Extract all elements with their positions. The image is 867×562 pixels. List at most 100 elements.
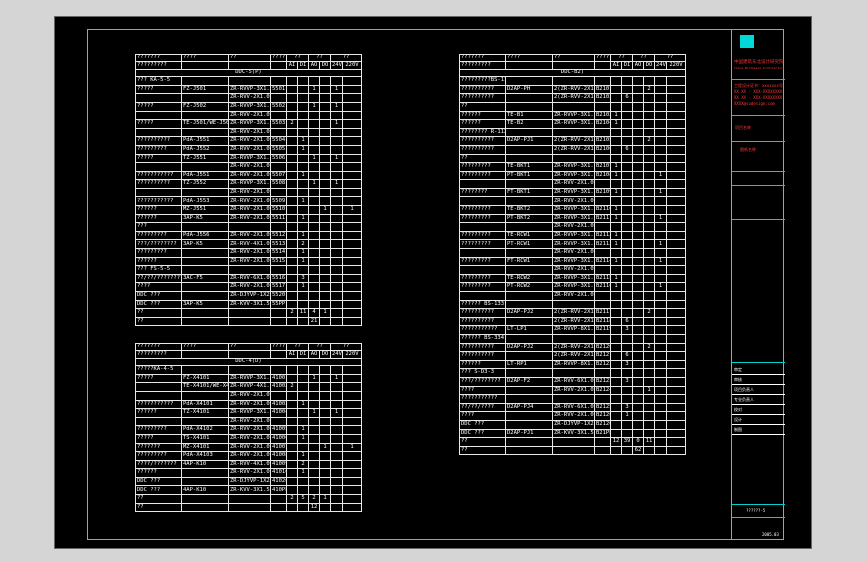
table-cell	[594, 76, 611, 86]
table-cell	[330, 425, 343, 435]
table-cell	[666, 93, 686, 103]
table-cell	[297, 408, 309, 418]
table-cell	[342, 308, 362, 318]
table-cell: ?????????	[135, 230, 182, 241]
table-cell: 1	[319, 494, 331, 504]
table-cell	[610, 84, 622, 95]
table-cell: PdA-J551	[181, 136, 229, 146]
table-row: ???/????????D2AP-F2ZR-RVV-6X1.0B2123 3	[459, 376, 686, 387]
table-cell	[342, 299, 362, 310]
table-cell: ZR-RVV-2X1.0	[552, 291, 595, 301]
table-cell: 1	[654, 187, 667, 198]
table-row: ?????? 3AP-K5 ZR-RVV-2X1.0 5511 1	[135, 213, 362, 224]
table-cell	[505, 411, 553, 421]
table-cell	[308, 459, 320, 470]
table-cell	[610, 445, 622, 456]
table-cell	[330, 230, 343, 241]
table-cell	[308, 230, 320, 241]
table-row: ?????? BS-133	[459, 299, 686, 310]
table-cell	[342, 425, 362, 435]
table-cell	[319, 170, 331, 181]
table-cell	[643, 402, 655, 413]
table-cell: 4AP-K10	[181, 459, 229, 470]
subheader-code: ?????????	[135, 350, 182, 359]
table-cell	[666, 127, 686, 138]
table-cell	[643, 144, 655, 155]
table-cell	[610, 334, 622, 344]
table-row: ??????TE-B2ZR-RVVP-3X1.0B21041	[459, 119, 686, 129]
table-row: ????????? PdA-J556 ZR-RVV-2X1.0 5512 1	[135, 230, 362, 241]
table-cell: ???/????????	[459, 376, 506, 387]
table-cell	[594, 437, 611, 447]
table-cell: 1	[308, 408, 320, 418]
table-cell: FZ-J502	[181, 101, 229, 112]
table-cell	[654, 265, 667, 275]
table-cell: 5514	[270, 248, 287, 258]
table-cell	[181, 365, 229, 375]
table-cell	[308, 399, 320, 410]
table-cell	[342, 282, 362, 292]
table-cell	[342, 162, 362, 172]
table-cell: ZR-RVVP-3X1.0	[552, 187, 595, 198]
table-cell	[666, 445, 686, 456]
table-cell	[621, 136, 633, 146]
table-cell: 1	[297, 213, 309, 224]
table-cell	[181, 187, 229, 198]
table-cell	[621, 308, 633, 318]
table-cell: 1	[654, 213, 667, 224]
table-cell	[666, 239, 686, 250]
table-row: ???????????PdA-X4101ZR-RVV-2X1.041003 1	[135, 399, 362, 410]
schedule-table-ddc4: ??????? ???? ?? ???? ?? ?? ?? ????????? …	[135, 342, 362, 513]
table-cell	[319, 127, 331, 138]
table-cell: ZR-RVVP-3X1.0	[552, 162, 595, 172]
table-cell	[632, 359, 644, 370]
header-name: ????	[181, 342, 229, 352]
table-cell	[621, 428, 633, 439]
table-cell	[643, 110, 655, 121]
table-cell: ZR-RVVP-3X1.0	[228, 408, 271, 418]
table-cell	[330, 433, 343, 444]
sig-row-label: 专业负责人	[734, 397, 754, 402]
table-cell	[643, 394, 655, 404]
table-cell	[342, 153, 362, 164]
table-row: ZR-RVV-2X1.0	[135, 127, 362, 138]
table-cell	[308, 170, 320, 181]
company-name-en: China Northeast Architectural Design & R…	[734, 66, 784, 70]
header-no: ????	[270, 53, 287, 63]
table-cell: B2102	[594, 93, 611, 103]
table-cell: ??? S-D3-3	[459, 368, 506, 378]
table-cell	[297, 101, 309, 112]
table-row: ?????????PT-BKT1ZR-RVVP-3X1.0B210811	[459, 170, 686, 181]
table-cell	[594, 179, 611, 189]
table-cell	[594, 222, 611, 232]
table-cell	[330, 494, 343, 504]
table-cell: ??????	[135, 205, 182, 215]
table-cell	[654, 84, 667, 95]
table-cell	[297, 110, 309, 121]
table-cell	[286, 179, 298, 189]
table-cell: ZR-RVVP-8X1.0	[552, 325, 595, 335]
table-cell	[610, 376, 622, 387]
table-cell	[643, 291, 655, 301]
table-cell	[643, 273, 655, 284]
table-cell	[297, 390, 309, 401]
table-cell: ???????????	[135, 196, 182, 207]
table-cell: 410PP	[270, 485, 287, 496]
table-cell	[643, 316, 655, 327]
table-cell: 1	[297, 256, 309, 267]
table-cell	[632, 93, 644, 103]
table-cell	[330, 136, 343, 146]
table-cell	[610, 222, 622, 232]
table-row: ??????????? PdA-J551 ZR-RVV-2X1.0 5507 1	[135, 170, 362, 181]
table-cell	[342, 433, 362, 444]
table-cell	[621, 84, 633, 95]
table-cell	[643, 170, 655, 181]
table-row: ????? FZ-J502 ZR-RVVP-3X1.0 5502 1 1	[135, 101, 362, 112]
table-cell	[632, 127, 644, 138]
table-cell	[666, 316, 686, 327]
table-cell: ?????????	[459, 256, 506, 267]
table-cell: 1	[610, 239, 622, 250]
subheader-code: ?????????	[459, 61, 506, 70]
table-cell	[330, 222, 343, 232]
table-cell	[319, 179, 331, 189]
